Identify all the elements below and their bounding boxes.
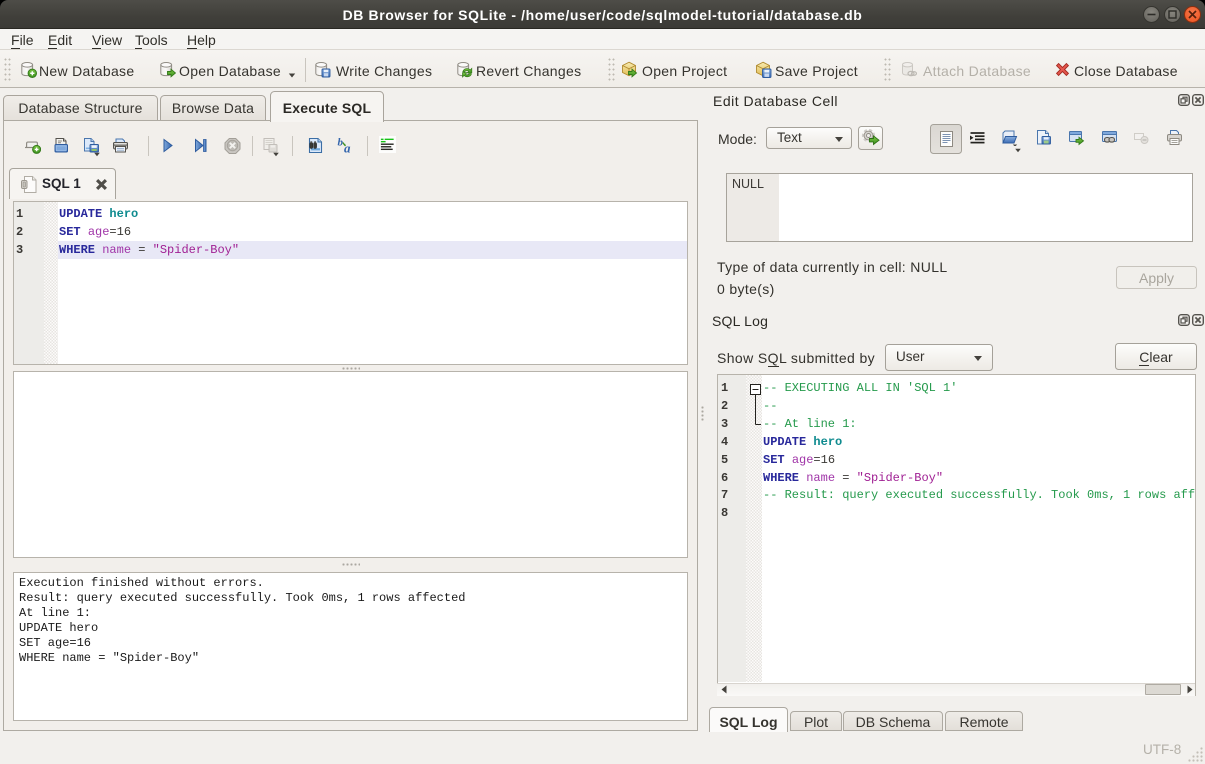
svg-text:a: a xyxy=(344,141,351,155)
